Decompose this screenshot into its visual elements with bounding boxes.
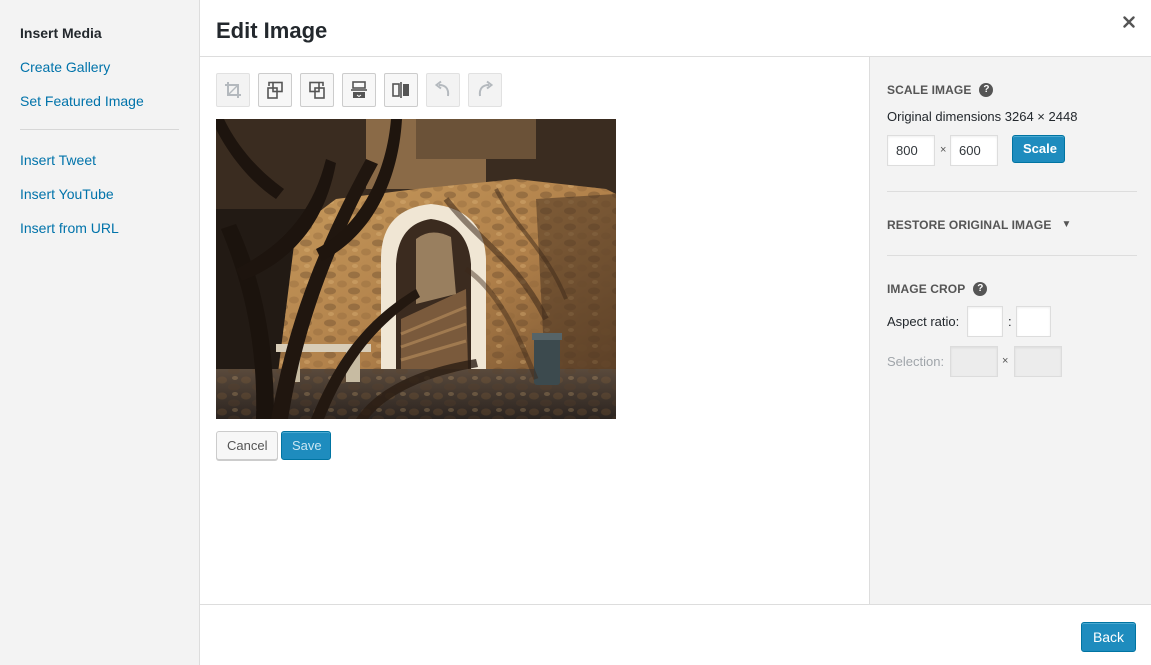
rotate-left-button[interactable] [258, 73, 292, 107]
image-preview[interactable] [216, 119, 616, 419]
scale-times: × [940, 144, 947, 156]
cancel-button[interactable]: Cancel [216, 431, 278, 460]
menu-item-insert-media[interactable]: Insert Media [20, 24, 102, 42]
redo-icon [478, 80, 494, 97]
undo-button[interactable] [426, 73, 460, 107]
selection-times: × [1002, 355, 1009, 367]
menu-separator [20, 129, 179, 130]
rotate-left-icon [267, 81, 283, 99]
menu-item-insert-from-url[interactable]: Insert from URL [20, 219, 119, 237]
aspect-ratio-separator: : [1008, 314, 1012, 329]
restore-original-heading[interactable]: Restore Original Image ▼ [887, 217, 1071, 233]
flip-horizontal-icon [392, 82, 409, 98]
divider [887, 255, 1137, 256]
page-title: Edit Image [216, 18, 328, 43]
selection-height-input[interactable] [1014, 346, 1062, 377]
selection-width-input[interactable] [950, 346, 998, 377]
restore-original-title[interactable]: Restore Original Image [887, 217, 1051, 233]
menu-item-create-gallery[interactable]: Create Gallery [20, 58, 110, 76]
scale-height-input[interactable] [950, 135, 998, 166]
scale-button[interactable]: Scale [1012, 135, 1065, 163]
redo-button[interactable] [468, 73, 502, 107]
caret-down-icon[interactable]: ▼ [1061, 217, 1071, 233]
frame-title: Edit Image [200, 0, 1151, 57]
image-crop-title: Image Crop [887, 282, 966, 296]
image-settings-sidebar: Scale Image ? Original dimensions 3264 ×… [869, 57, 1151, 604]
flip-horizontal-button[interactable] [384, 73, 418, 107]
scale-width-input[interactable] [887, 135, 935, 166]
media-menu: Insert Media Create Gallery Set Featured… [0, 0, 200, 665]
undo-icon [434, 80, 450, 97]
scale-image-title: Scale Image [887, 83, 972, 97]
flip-vertical-icon [351, 81, 367, 98]
footer-toolbar: Back [200, 604, 1151, 665]
aspect-ratio-width-input[interactable] [967, 306, 1003, 337]
photo-stone-archway [216, 119, 616, 419]
menu-item-insert-youtube[interactable]: Insert YouTube [20, 185, 114, 203]
close-icon [1123, 16, 1135, 28]
save-button[interactable]: Save [281, 431, 331, 460]
divider [887, 191, 1137, 192]
aspect-ratio-height-input[interactable] [1016, 306, 1051, 337]
original-dimensions: Original dimensions 3264 × 2448 [887, 109, 1078, 124]
rotate-right-icon [309, 81, 325, 99]
flip-vertical-button[interactable] [342, 73, 376, 107]
menu-item-set-featured-image[interactable]: Set Featured Image [20, 92, 144, 110]
back-button[interactable]: Back [1081, 622, 1136, 652]
selection-label: Selection: [887, 354, 945, 369]
crop-icon [225, 82, 241, 98]
help-icon[interactable]: ? [979, 83, 994, 97]
help-icon[interactable]: ? [973, 282, 988, 296]
image-crop-heading: Image Crop ? [887, 281, 988, 297]
scale-image-heading: Scale Image ? [887, 82, 994, 98]
menu-item-insert-tweet[interactable]: Insert Tweet [20, 151, 96, 169]
crop-button[interactable] [216, 73, 250, 107]
rotate-right-button[interactable] [300, 73, 334, 107]
close-button[interactable] [1107, 0, 1151, 44]
aspect-ratio-label: Aspect ratio: [887, 314, 960, 329]
